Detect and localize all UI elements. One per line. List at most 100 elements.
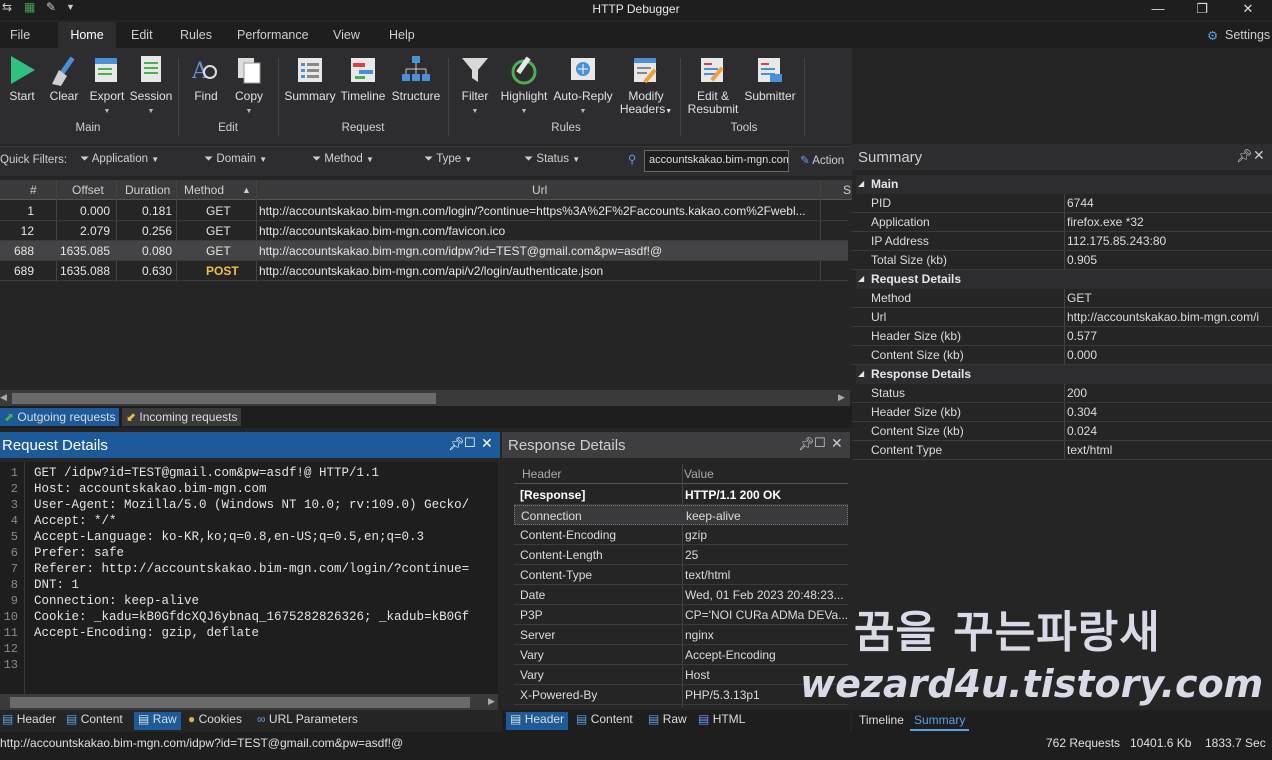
table-row[interactable]: 688 1635.085 0.080 GET http://accountskakao.… <box>0 241 848 261</box>
structure-button[interactable]: Structure <box>390 54 442 114</box>
tab-performance[interactable]: Performance <box>237 28 309 42</box>
highlight-button[interactable]: Highlight ▼ <box>496 54 552 115</box>
scroll-thumb[interactable] <box>12 393 436 404</box>
summary-row-pid: PID 6744 <box>852 194 1272 213</box>
list-item[interactable]: Content-Type text/html <box>514 565 848 585</box>
filter-application[interactable]: ⏷ Application ▼ <box>80 153 159 166</box>
close-icon[interactable]: ✕ <box>1238 1 1258 19</box>
watermark-text-url: wezard4u.tistory.com <box>800 662 1264 706</box>
cookie-icon: ● <box>188 712 196 726</box>
header-name: Date <box>520 588 546 602</box>
modify-headers-button[interactable]: Modify Headers▼ <box>618 54 674 116</box>
tab-response-html[interactable]: ▤ HTML <box>698 712 745 730</box>
gear-icon[interactable]: ⚙ <box>1207 28 1218 43</box>
col-s[interactable]: S <box>843 183 851 197</box>
list-item[interactable]: Date Wed, 01 Feb 2023 20:48:23... <box>514 585 848 605</box>
header-value: HTTP/1.1 200 OK <box>685 488 782 502</box>
restore-icon[interactable]: ❐ <box>1192 1 1212 19</box>
col-url[interactable]: Url <box>532 183 547 197</box>
filter-button[interactable]: Filter ▼ <box>456 54 494 115</box>
tab-rules[interactable]: Rules <box>180 28 212 42</box>
clear-button[interactable]: Clear <box>46 54 82 114</box>
tab-outgoing-requests[interactable]: ⬈ Outgoing requests <box>0 408 120 426</box>
tab-timeline[interactable]: Timeline <box>859 713 904 731</box>
header-name: Vary <box>520 668 544 682</box>
tab-summary[interactable]: Summary <box>910 713 970 731</box>
summary-row-req-content-size: Content Size (kb) 0.000 <box>852 346 1272 365</box>
tab-incoming-requests[interactable]: ⬋ Incoming requests <box>122 408 242 426</box>
list-item[interactable]: P3P CP='NOI CURa ADMa DEVa... <box>514 605 848 625</box>
table-row[interactable]: 12 2.079 0.256 GET http://accountskakao.bim-… <box>0 221 848 241</box>
settings-button[interactable]: Settings <box>1225 28 1270 42</box>
timeline-button[interactable]: Timeline <box>340 54 386 114</box>
list-item[interactable]: Server nginx <box>514 625 848 645</box>
filter-method[interactable]: ⏷ Method ▼ <box>312 153 374 166</box>
tab-view[interactable]: View <box>333 28 360 42</box>
search-input[interactable]: accountskakao.bim-mgn.com <box>644 150 789 172</box>
tab-help[interactable]: Help <box>389 28 415 42</box>
header-value: 25 <box>685 548 699 562</box>
auto-reply-button[interactable]: Auto-Reply ▼ <box>552 54 614 115</box>
summary-group-request[interactable]: ◢ Request Details <box>856 270 1272 289</box>
header-value: Accept-Encoding <box>685 648 776 662</box>
html-icon: ▤ <box>698 712 710 726</box>
tab-response-header[interactable]: ▤ Header <box>506 712 569 730</box>
tab-edit[interactable]: Edit <box>131 28 153 42</box>
edit-resubmit-button[interactable]: Edit & Resubmit <box>684 54 742 116</box>
filter-domain[interactable]: ⏷ Domain ▼ <box>204 153 267 166</box>
scroll-thumb[interactable] <box>10 697 470 708</box>
pin-icon[interactable]: 📌︎ <box>448 436 465 452</box>
tab-header[interactable]: ▤ Header <box>2 712 56 730</box>
close-icon[interactable]: ✕ <box>831 435 843 452</box>
list-item[interactable]: Content-Length 25 <box>514 545 848 565</box>
maximize-icon[interactable]: ☐ <box>814 435 826 451</box>
tab-response-content[interactable]: ▤ Content <box>576 712 633 730</box>
tab-url-parameters[interactable]: ∞ URL Parameters <box>257 712 358 730</box>
table-row[interactable]: 689 1635.088 0.630 POST http://accountskakao… <box>0 261 848 281</box>
scroll-left-icon[interactable]: ◀ <box>0 392 7 403</box>
filter-type[interactable]: ⏷ Type ▼ <box>424 153 472 166</box>
list-item[interactable]: Connection keep-alive <box>514 505 848 525</box>
cell-url: http://accountskakao.bim-mgn.com/login/?… <box>259 204 806 218</box>
minimize-icon[interactable]: — <box>1148 1 1168 19</box>
start-button[interactable]: Start <box>4 54 40 114</box>
summary-group-response[interactable]: ◢ Response Details <box>856 365 1272 384</box>
actions-button[interactable]: ✎ Action <box>800 153 844 167</box>
scroll-right-icon[interactable]: ▶ <box>838 392 845 403</box>
tab-response-raw[interactable]: ▤ Raw <box>648 712 687 730</box>
submitter-button[interactable]: Submitter <box>742 54 798 114</box>
copy-button[interactable]: Copy ▼ <box>230 54 268 115</box>
col-offset[interactable]: Offset <box>72 183 104 197</box>
content-icon: ▤ <box>66 712 78 726</box>
window-title: HTTP Debugger <box>592 2 680 16</box>
cell-num: 689 <box>13 264 34 278</box>
scroll-right-icon[interactable]: ▶ <box>488 696 495 707</box>
close-icon[interactable]: ✕ <box>1253 147 1265 164</box>
col-method[interactable]: Method <box>184 183 224 197</box>
tab-file[interactable]: File <box>10 28 30 42</box>
find-button[interactable]: A Find <box>188 54 224 114</box>
list-item[interactable]: [Response] HTTP/1.1 200 OK <box>514 485 848 505</box>
cell-method: GET <box>206 224 231 238</box>
session-button[interactable]: Session ▼ <box>128 54 174 115</box>
summary-group-main[interactable]: ◢ Main <box>856 175 1272 194</box>
filter-status[interactable]: ⏷ Status ▼ <box>524 153 580 166</box>
col-duration[interactable]: Duration <box>125 183 170 197</box>
maximize-icon[interactable]: ☐ <box>464 435 476 451</box>
col-num[interactable]: # <box>30 183 37 197</box>
tab-cookies[interactable]: ● Cookies <box>188 712 242 730</box>
list-item[interactable]: Vary Accept-Encoding <box>514 645 848 665</box>
tab-raw[interactable]: ▤ Raw <box>134 712 181 730</box>
pin-icon[interactable]: 📌︎ <box>798 436 815 452</box>
tab-home[interactable]: Home <box>58 22 116 48</box>
play-icon <box>11 56 35 84</box>
list-item[interactable]: Vary Host <box>514 665 848 685</box>
pin-icon[interactable]: 📌︎ <box>1236 148 1253 164</box>
table-row[interactable]: 1 0.000 0.181 GET http://accountskakao.bim-m… <box>0 201 848 221</box>
summary-button[interactable]: Summary <box>284 54 336 114</box>
list-item[interactable]: Content-Encoding gzip <box>514 525 848 545</box>
list-item[interactable]: X-Powered-By PHP/5.3.13p1 <box>514 685 848 705</box>
export-button[interactable]: Export ▼ <box>86 54 128 115</box>
close-icon[interactable]: ✕ <box>481 435 493 452</box>
tab-content[interactable]: ▤ Content <box>66 712 123 730</box>
